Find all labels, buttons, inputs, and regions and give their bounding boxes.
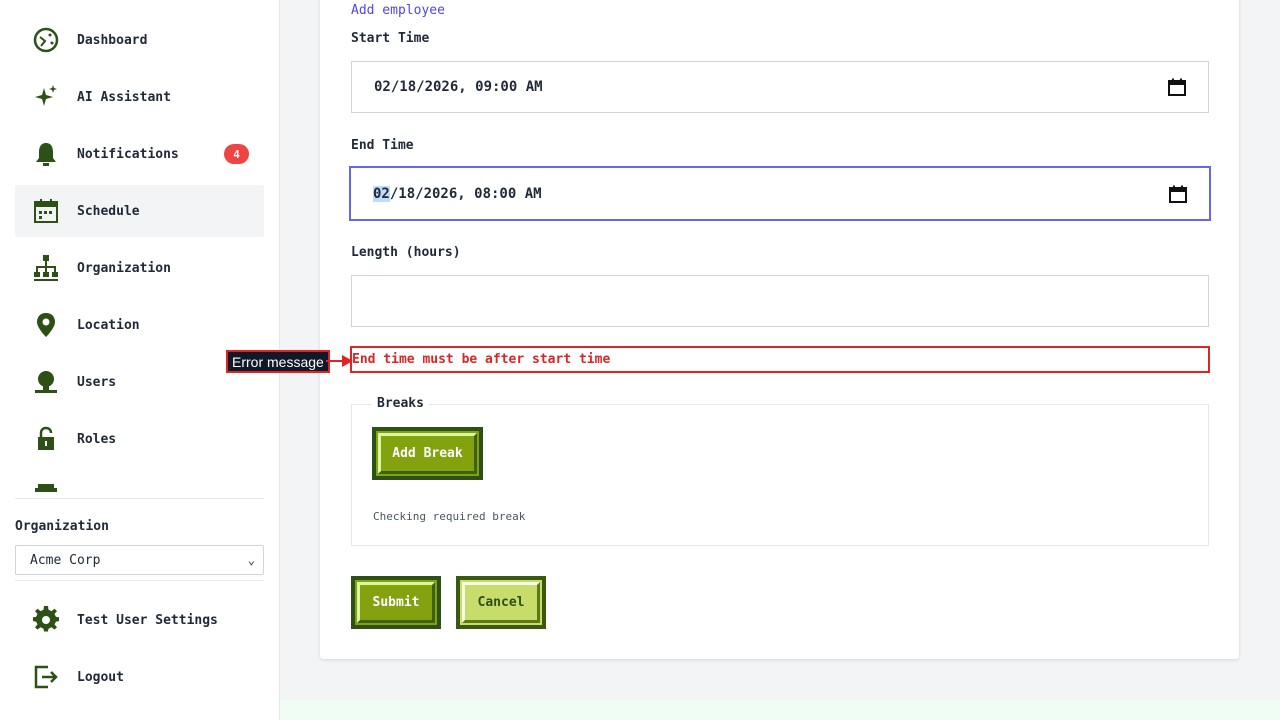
breaks-legend: Breaks [372,396,429,411]
sidebar-item-label: Roles [77,431,117,447]
sidebar-item-schedule[interactable]: Schedule [15,185,264,237]
start-time-label: Start Time [351,31,430,46]
sidebar-item-roles[interactable]: Roles [15,413,264,465]
organization-selected-value: Acme Corp [30,552,101,568]
shift-form-card: Add employee Start Time 02/18/2026, 09:0… [320,0,1239,659]
notification-count-badge: 4 [224,144,249,164]
end-time-month-segment[interactable]: 02 [373,185,390,202]
sidebar-item-label: Logout [77,669,124,685]
briefcase-icon [30,480,62,492]
sidebar-item-partial[interactable] [15,470,264,492]
chevron-down-icon: ⌄ [247,553,255,567]
annotation-label: Error message [226,350,330,373]
organization-select[interactable]: Acme Corp ⌄ [15,545,264,575]
sidebar-item-ai-assistant[interactable]: AI Assistant [15,71,264,123]
start-time-value: 02/18/2026, 09:00 AM [374,79,543,95]
end-time-input[interactable]: 02/18/2026, 08:00 AM [349,166,1211,221]
user-icon [30,366,62,398]
organization-label: Organization [15,519,109,534]
sidebar-divider [15,498,264,499]
sidebar-item-label: Schedule [77,203,140,219]
length-label: Length (hours) [351,245,461,260]
sidebar-item-settings[interactable]: Test User Settings [15,594,264,646]
sidebar-item-label: Location [77,317,140,333]
sidebar-item-label: Users [77,374,117,390]
break-hint: Checking required break [373,510,526,523]
sidebar-item-label: Organization [77,260,171,276]
sidebar-bottom-nav: Test User Settings Logout [15,594,264,708]
calendar-picker-icon[interactable] [1168,78,1186,96]
sidebar-item-logout[interactable]: Logout [15,651,264,703]
cancel-button[interactable]: Cancel [456,576,546,629]
sidebar-item-label: Dashboard [77,32,148,48]
sidebar-item-organization[interactable]: Organization [15,242,264,294]
submit-button[interactable]: Submit [351,576,441,629]
error-message-text: End time must be after start time [352,352,611,367]
end-time-value: /18/2026, 08:00 AM [389,185,542,202]
dashboard-icon [30,24,62,56]
sidebar-item-dashboard[interactable]: Dashboard [15,14,264,66]
sidebar-item-location[interactable]: Location [15,299,264,351]
sidebar-item-label: Notifications [77,146,179,162]
sidebar-item-notifications[interactable]: Notifications 4 [15,128,264,180]
bell-icon [30,138,62,170]
location-pin-icon [30,309,62,341]
end-time-label: End Time [351,138,414,153]
error-message: End time must be after start time [350,346,1210,373]
cancel-label: Cancel [477,595,525,610]
length-input[interactable] [351,275,1209,327]
sidebar-divider [15,580,264,581]
breaks-fieldset: Breaks Add Break Checking required break [351,396,1209,546]
sidebar-item-label: AI Assistant [77,89,171,105]
footer-strip [280,700,1280,720]
add-break-button[interactable]: Add Break [372,427,483,480]
annotation-arrow-icon [326,355,353,367]
submit-label: Submit [372,595,420,610]
sidebar-nav: Dashboard AI Assistant Notifications 4 S… [15,14,264,492]
add-break-label: Add Break [392,446,463,461]
logout-icon [30,661,62,693]
gear-icon [30,604,62,636]
sidebar-item-label: Test User Settings [77,612,218,628]
sparkle-icon [30,81,62,113]
calendar-picker-icon[interactable] [1169,185,1187,203]
calendar-icon [30,195,62,227]
org-chart-icon [30,252,62,284]
lock-icon [30,423,62,455]
add-employee-link[interactable]: Add employee [351,3,445,18]
start-time-input[interactable]: 02/18/2026, 09:00 AM [351,61,1209,113]
